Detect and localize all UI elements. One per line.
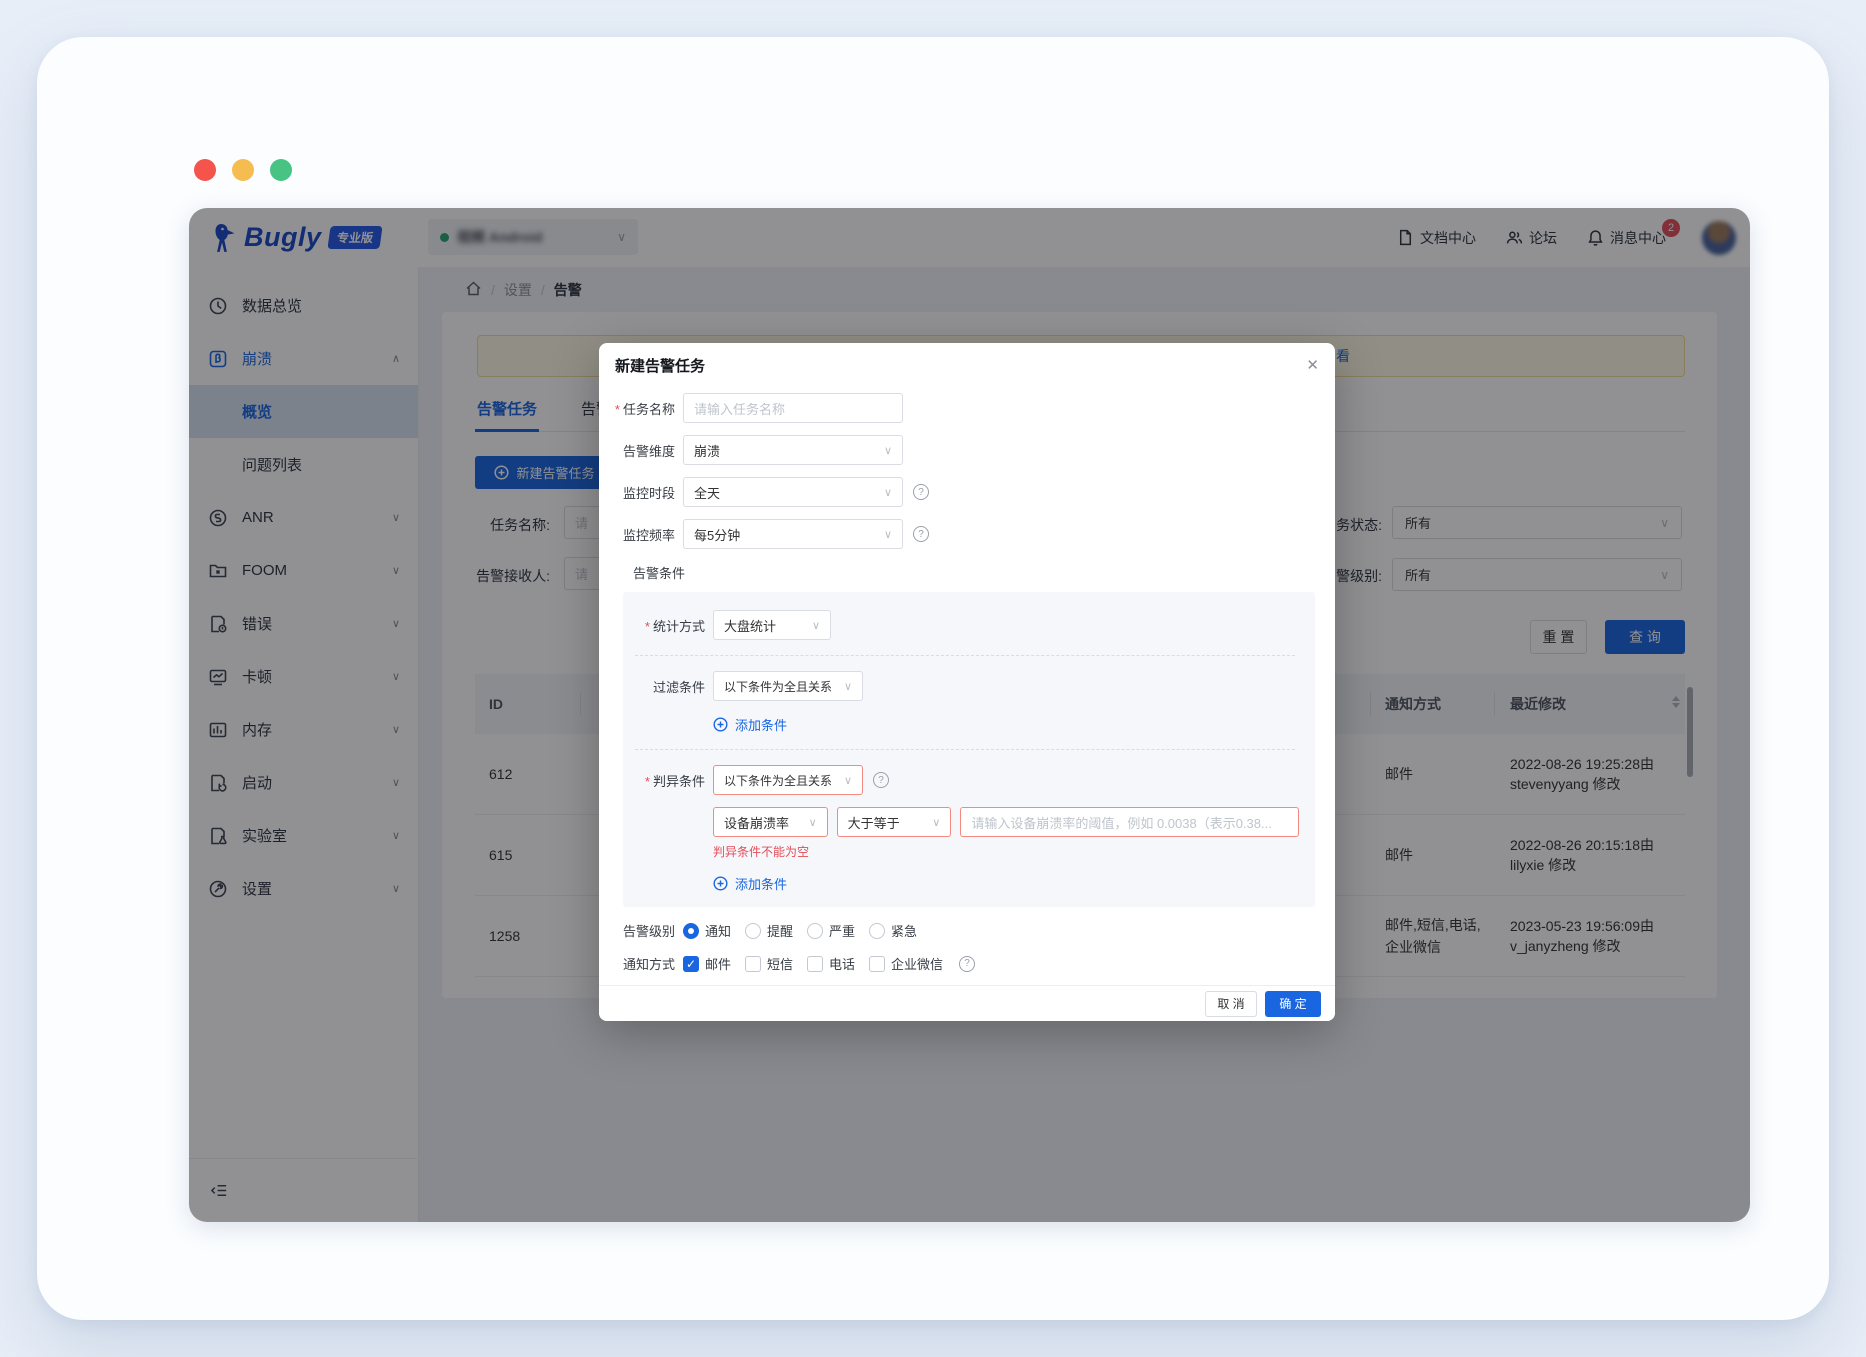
- radio-selected-icon: [683, 923, 699, 939]
- add-condition-label: 添加条件: [735, 715, 787, 734]
- radio-label: 紧急: [891, 921, 917, 940]
- radio-notice[interactable]: 通知: [683, 921, 731, 940]
- judge-condition-error: 判异条件不能为空: [713, 843, 1299, 860]
- checkbox-label: 邮件: [705, 954, 731, 973]
- add-condition-label: 添加条件: [735, 874, 787, 893]
- radio-label: 严重: [829, 921, 855, 940]
- radio-urgent[interactable]: 紧急: [869, 921, 917, 940]
- period-label: 监控时段: [613, 483, 675, 502]
- traffic-lights: [194, 159, 292, 181]
- help-icon[interactable]: ?: [913, 484, 929, 500]
- checkbox-checked-icon: [683, 956, 699, 972]
- task-name-input[interactable]: 请输入任务名称: [683, 393, 903, 423]
- dashed-divider: [635, 749, 1295, 750]
- dashed-divider: [635, 655, 1295, 656]
- dimension-label: 告警维度: [613, 441, 675, 460]
- condition-box: 统计方式 大盘统计 过滤条件 以下条件为全且关系 添加条: [623, 592, 1315, 907]
- filter-condition-value: 以下条件为全且关系: [724, 678, 832, 695]
- modal-body: 任务名称 请输入任务名称 告警维度 崩溃 监控时段 全天 ?: [599, 387, 1335, 1001]
- add-filter-condition-link[interactable]: 添加条件: [713, 715, 1299, 734]
- mockup-frame: Bugly 专业版 视频 Android ∨ 文档中心 论坛: [37, 37, 1829, 1320]
- operator-select[interactable]: 大于等于: [837, 807, 952, 837]
- stat-method-select[interactable]: 大盘统计: [713, 610, 831, 640]
- radio-icon: [869, 923, 885, 939]
- period-select[interactable]: 全天: [683, 477, 903, 507]
- judge-condition-select[interactable]: 以下条件为全且关系: [713, 765, 863, 795]
- threshold-input[interactable]: 请输入设备崩溃率的阈值，例如 0.0038（表示0.38...: [960, 807, 1299, 837]
- traffic-light-yellow: [232, 159, 254, 181]
- frequency-label: 监控频率: [613, 525, 675, 544]
- metric-select[interactable]: 设备崩溃率: [713, 807, 828, 837]
- plus-circle-icon: [713, 876, 728, 891]
- period-value: 全天: [694, 483, 720, 502]
- radio-label: 提醒: [767, 921, 793, 940]
- judge-condition-label: 判异条件: [635, 771, 705, 790]
- help-icon[interactable]: ?: [913, 526, 929, 542]
- radio-severe[interactable]: 严重: [807, 921, 855, 940]
- modal-header: 新建告警任务 ✕: [599, 343, 1335, 387]
- checkbox-label: 电话: [829, 954, 855, 973]
- cancel-button[interactable]: 取 消: [1205, 991, 1257, 1017]
- checkbox-label: 短信: [767, 954, 793, 973]
- traffic-light-red: [194, 159, 216, 181]
- filter-condition-label: 过滤条件: [635, 677, 705, 696]
- app-window: Bugly 专业版 视频 Android ∨ 文档中心 论坛: [189, 208, 1750, 1222]
- task-name-placeholder: 请输入任务名称: [694, 399, 785, 418]
- radio-remind[interactable]: 提醒: [745, 921, 793, 940]
- traffic-light-green: [270, 159, 292, 181]
- frequency-value: 每5分钟: [694, 525, 740, 544]
- modal-title: 新建告警任务: [615, 355, 705, 376]
- new-alert-task-modal: 新建告警任务 ✕ 任务名称 请输入任务名称 告警维度 崩溃 监控时段: [599, 343, 1335, 1021]
- add-judge-condition-link[interactable]: 添加条件: [713, 874, 1299, 893]
- metric-value: 设备崩溃率: [724, 813, 789, 832]
- help-icon[interactable]: ?: [873, 772, 889, 788]
- radio-label: 通知: [705, 921, 731, 940]
- notify-method-label: 通知方式: [613, 954, 675, 973]
- checkbox-icon: [807, 956, 823, 972]
- checkbox-email[interactable]: 邮件: [683, 954, 731, 973]
- judge-condition-value: 以下条件为全且关系: [724, 772, 832, 789]
- alert-level-label: 告警级别: [613, 921, 675, 940]
- condition-section-label: 告警条件: [633, 563, 1319, 582]
- checkbox-sms[interactable]: 短信: [745, 954, 793, 973]
- checkbox-icon: [869, 956, 885, 972]
- radio-icon: [745, 923, 761, 939]
- dimension-select[interactable]: 崩溃: [683, 435, 903, 465]
- dimension-value: 崩溃: [694, 441, 720, 460]
- operator-value: 大于等于: [848, 813, 900, 832]
- task-name-label: 任务名称: [613, 399, 675, 418]
- checkbox-label: 企业微信: [891, 954, 943, 973]
- plus-circle-icon: [713, 717, 728, 732]
- confirm-button[interactable]: 确 定: [1265, 991, 1321, 1017]
- close-icon[interactable]: ✕: [1306, 358, 1319, 373]
- checkbox-icon: [745, 956, 761, 972]
- filter-condition-select[interactable]: 以下条件为全且关系: [713, 671, 863, 701]
- radio-icon: [807, 923, 823, 939]
- checkbox-phone[interactable]: 电话: [807, 954, 855, 973]
- modal-footer: 取 消 确 定: [599, 985, 1335, 1021]
- stat-method-value: 大盘统计: [724, 616, 776, 635]
- frequency-select[interactable]: 每5分钟: [683, 519, 903, 549]
- threshold-placeholder: 请输入设备崩溃率的阈值，例如 0.0038（表示0.38...: [971, 813, 1272, 832]
- help-icon[interactable]: ?: [959, 956, 975, 972]
- checkbox-wecom[interactable]: 企业微信: [869, 954, 943, 973]
- stat-method-label: 统计方式: [635, 616, 705, 635]
